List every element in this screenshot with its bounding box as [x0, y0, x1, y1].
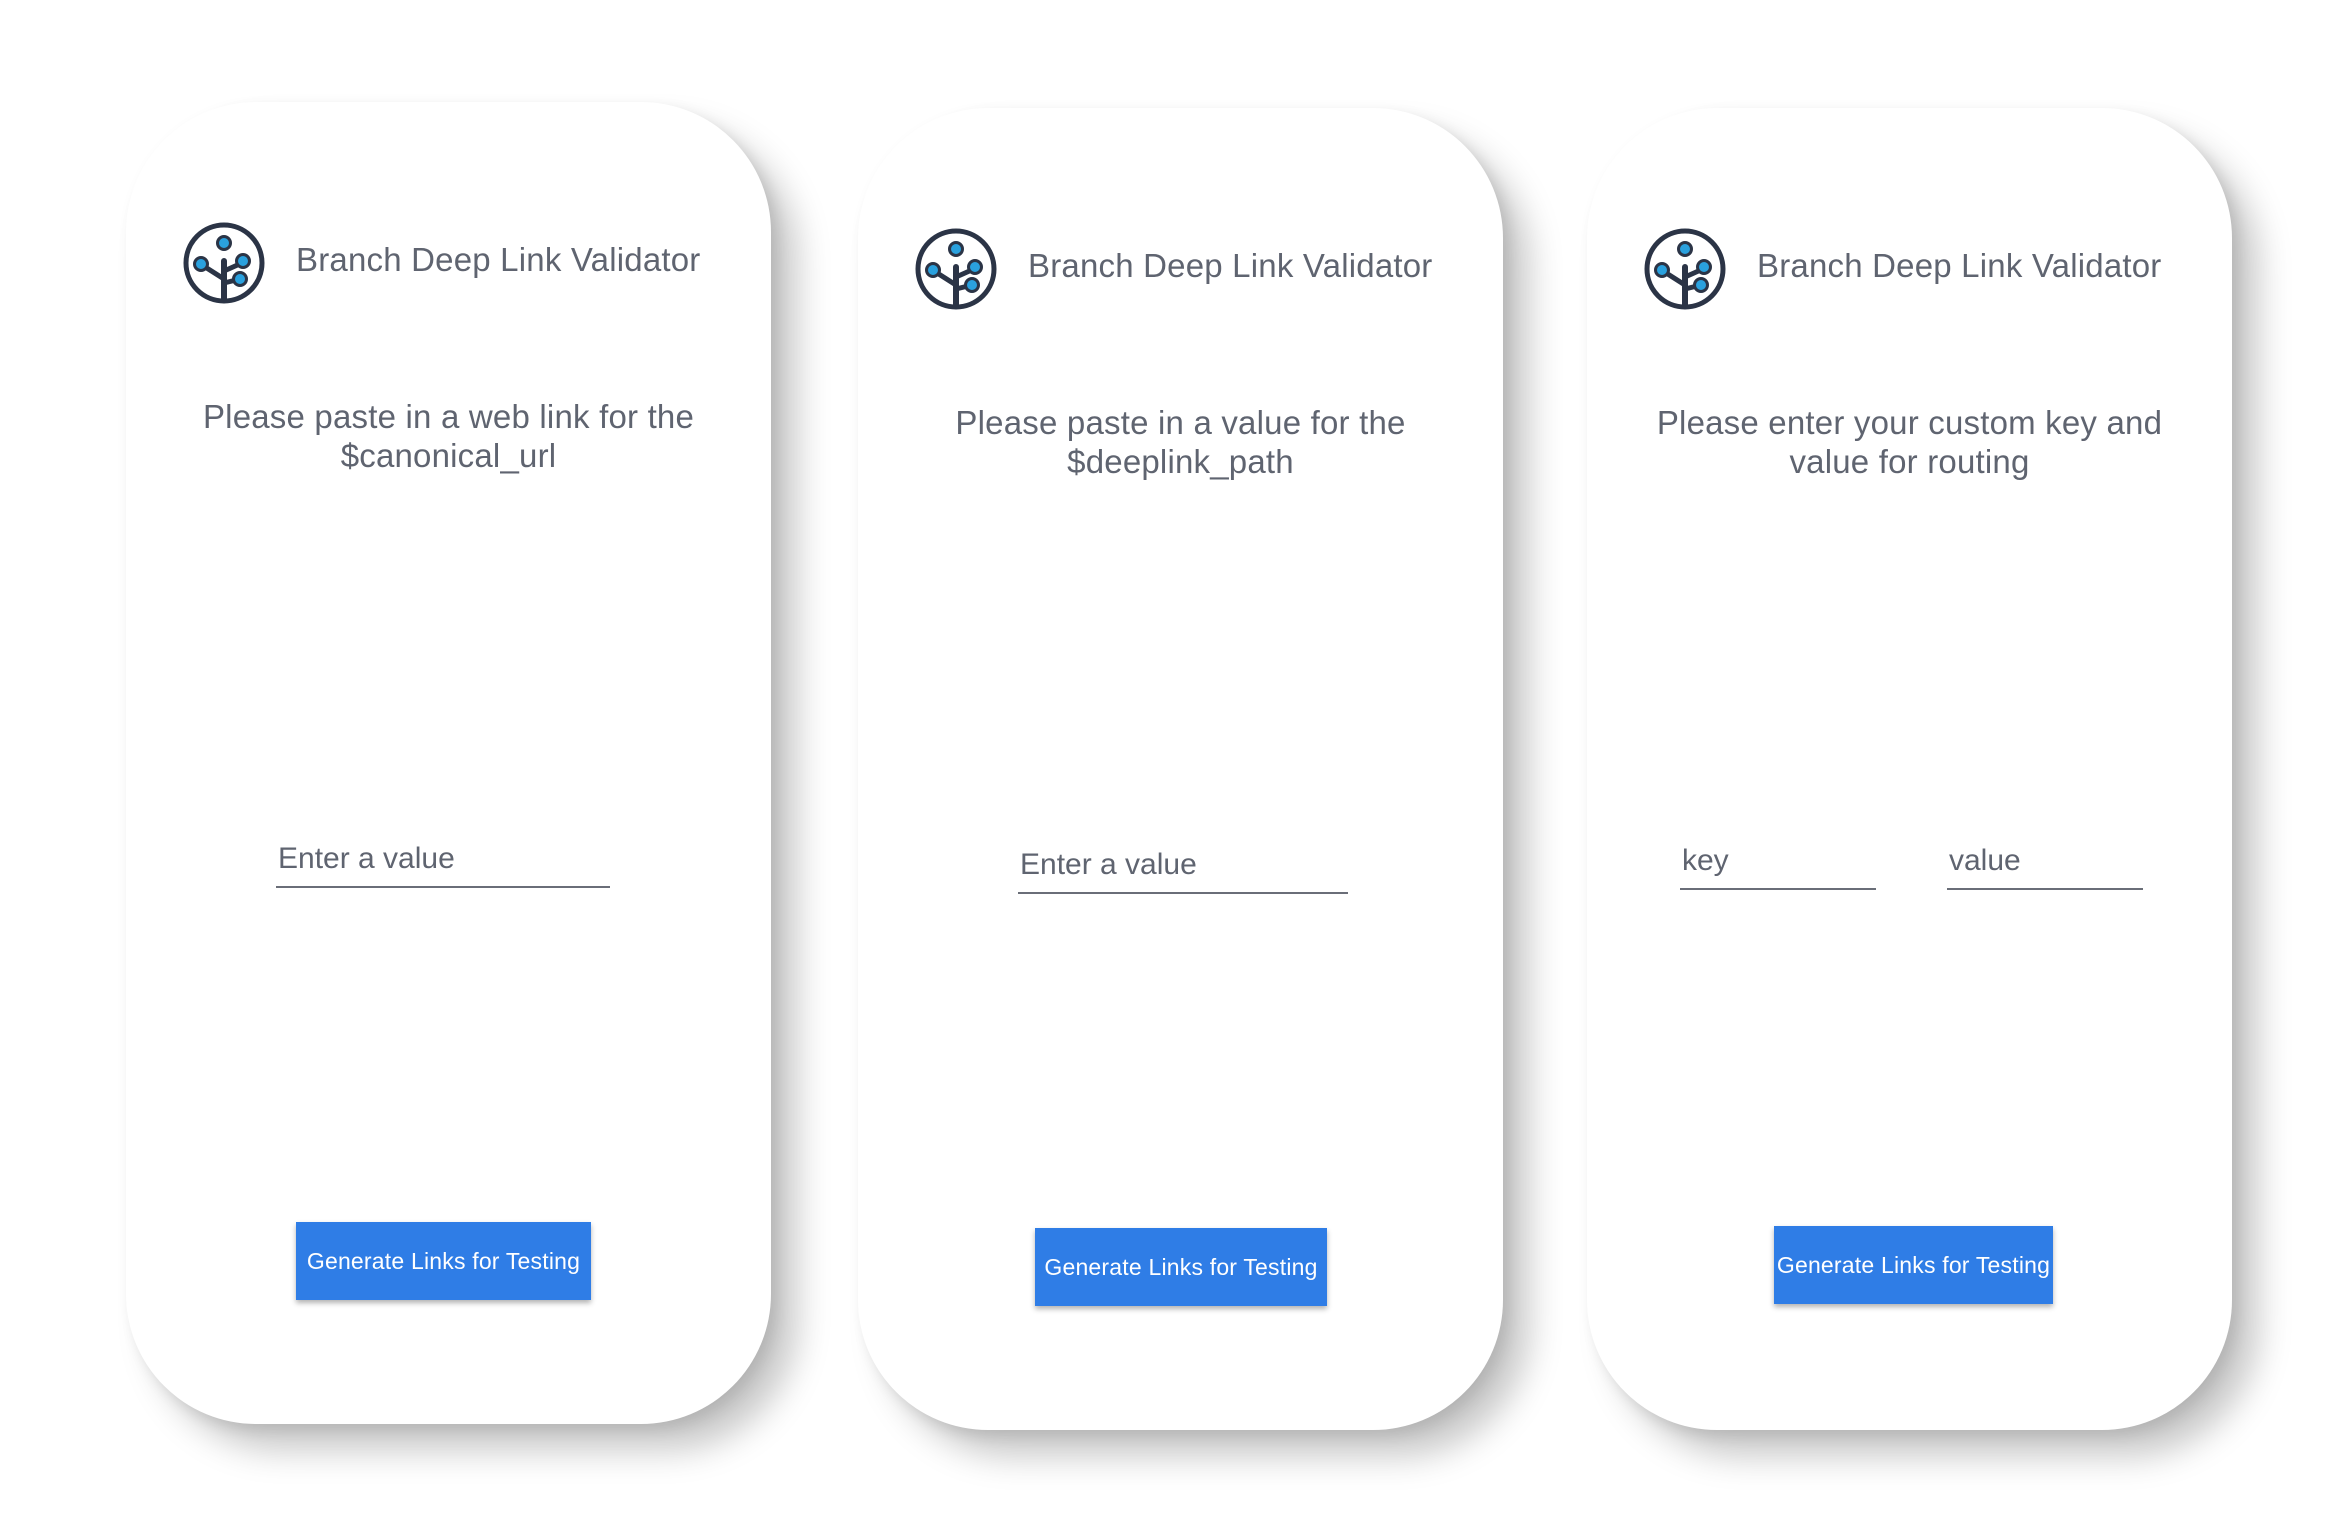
custom-value-input[interactable] — [1947, 834, 2143, 890]
instruction-text: Please enter your custom key and value f… — [1627, 403, 2192, 481]
generate-links-button[interactable]: Generate Links for Testing — [1774, 1226, 2053, 1304]
instruction-line: Please paste in a value for the — [955, 404, 1406, 441]
branch-tree-icon — [183, 222, 265, 304]
instruction-line: $deeplink_path — [1067, 443, 1294, 480]
app-title: Branch Deep Link Validator — [1028, 247, 1433, 284]
branch-tree-icon — [915, 228, 997, 310]
app-title: Branch Deep Link Validator — [1757, 247, 2162, 284]
branch-tree-icon — [1644, 228, 1726, 310]
phone-screen-deeplink-path: Branch Deep Link Validator Please paste … — [858, 108, 1503, 1430]
phone-screen-canonical-url: Branch Deep Link Validator Please paste … — [126, 102, 771, 1424]
instruction-text: Please paste in a web link for the $cano… — [166, 397, 731, 475]
instruction-line: Please paste in a web link for the — [202, 398, 695, 435]
custom-key-input[interactable] — [1680, 834, 1876, 890]
generate-links-button[interactable]: Generate Links for Testing — [296, 1222, 591, 1300]
instruction-line: Please enter your custom key and — [1656, 404, 2163, 441]
instruction-text: Please paste in a value for the $deeplin… — [898, 403, 1463, 481]
canonical-url-input[interactable] — [276, 832, 610, 888]
generate-links-button[interactable]: Generate Links for Testing — [1035, 1228, 1327, 1306]
instruction-line: value for routing — [1789, 443, 2030, 480]
phone-screen-custom-key: Branch Deep Link Validator Please enter … — [1587, 108, 2232, 1430]
deeplink-path-input[interactable] — [1018, 838, 1348, 894]
instruction-line: $canonical_url — [340, 437, 557, 474]
app-title: Branch Deep Link Validator — [296, 241, 701, 278]
